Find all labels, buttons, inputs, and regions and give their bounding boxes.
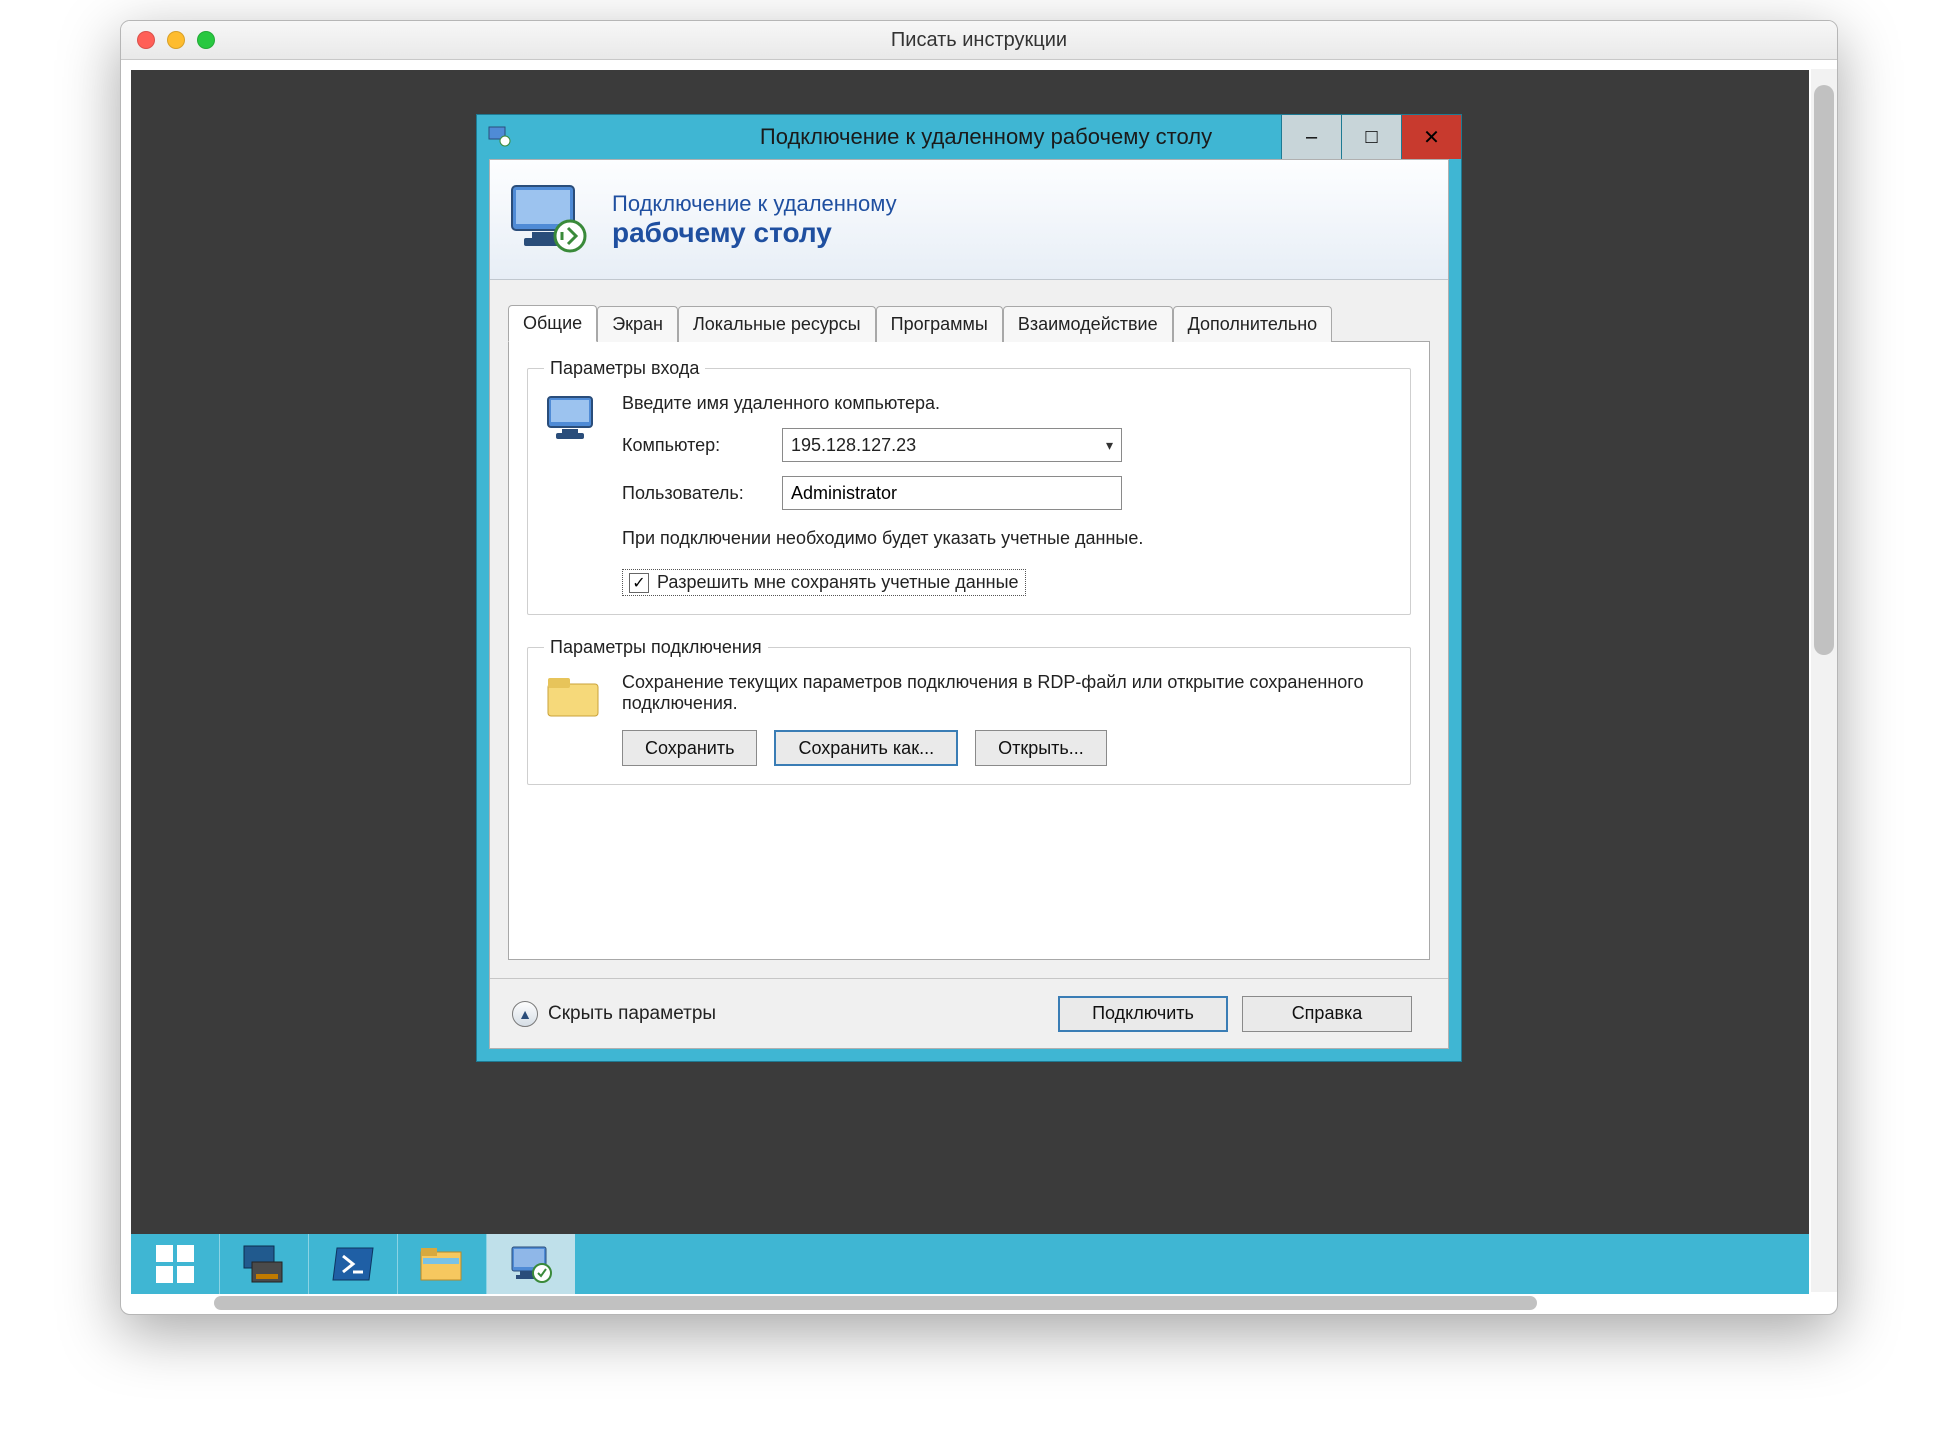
banner-line2: рабочему столу [612, 217, 897, 249]
guest-taskbar[interactable] [131, 1234, 1809, 1294]
rdp-body: Подключение к удаленному рабочему столу … [489, 159, 1449, 1049]
save-button[interactable]: Сохранить [622, 730, 757, 766]
monitor-icon [508, 182, 594, 258]
rdp-titlebar[interactable]: Подключение к удаленному рабочему столу … [477, 115, 1461, 159]
rdp-window: Подключение к удаленному рабочему столу … [476, 114, 1462, 1062]
save-as-button[interactable]: Сохранить как... [774, 730, 958, 766]
host-zoom-button[interactable] [197, 31, 215, 49]
tab-pane-general: Параметры входа Введите имя удаленного к [508, 341, 1430, 960]
rdp-maximize-button[interactable]: □ [1341, 115, 1401, 159]
host-vertical-scrollbar[interactable] [1811, 69, 1837, 1292]
host-minimize-button[interactable] [167, 31, 185, 49]
tab-perf[interactable]: Взаимодействие [1003, 306, 1173, 342]
rdp-tabs: Общие Экран Локальные ресурсы Программы … [490, 280, 1448, 341]
login-group-legend: Параметры входа [544, 358, 705, 379]
user-label: Пользователь: [622, 483, 772, 504]
taskbar-file-explorer[interactable] [398, 1234, 486, 1294]
tab-advanced[interactable]: Дополнительно [1173, 306, 1333, 342]
computer-combobox[interactable]: 195.128.127.23 ▾ [782, 428, 1122, 462]
user-field[interactable] [782, 476, 1122, 510]
server-manager-icon [242, 1244, 286, 1284]
tab-localres[interactable]: Локальные ресурсы [678, 306, 876, 342]
computer-value: 195.128.127.23 [791, 435, 916, 456]
monitor-small-icon [544, 393, 604, 447]
computer-label: Компьютер: [622, 435, 772, 456]
tab-programs[interactable]: Программы [876, 306, 1003, 342]
tab-general[interactable]: Общие [508, 305, 597, 342]
taskbar-powershell[interactable] [309, 1234, 397, 1294]
taskbar-remote-desktop[interactable] [487, 1234, 575, 1294]
chevron-up-icon: ▲ [512, 1001, 538, 1027]
connection-group-legend: Параметры подключения [544, 637, 768, 658]
host-window: Писать инструкции [120, 20, 1838, 1315]
collapse-label: Скрыть параметры [548, 1003, 716, 1025]
host-titlebar[interactable]: Писать инструкции [121, 21, 1837, 60]
windows-logo-icon [156, 1245, 194, 1283]
save-creds-label: Разрешить мне сохранять учетные данные [657, 572, 1019, 593]
rdp-close-button[interactable]: ✕ [1401, 115, 1461, 159]
banner-line1: Подключение к удаленному [612, 191, 897, 217]
guest-desktop: Подключение к удаленному рабочему столу … [131, 70, 1809, 1294]
remote-desktop-icon [508, 1243, 554, 1285]
file-explorer-icon [419, 1244, 465, 1284]
taskbar-start-button[interactable] [131, 1234, 219, 1294]
tab-display[interactable]: Экран [597, 306, 678, 342]
login-intro: Введите имя удаленного компьютера. [622, 393, 1394, 414]
rdp-banner: Подключение к удаленному рабочему столу [490, 160, 1448, 280]
help-button[interactable]: Справка [1242, 996, 1412, 1032]
host-close-button[interactable] [137, 31, 155, 49]
host-window-title: Писать инструкции [121, 29, 1837, 52]
powershell-icon [331, 1244, 375, 1284]
open-button[interactable]: Открыть... [975, 730, 1107, 766]
save-creds-checkbox[interactable]: ✓ Разрешить мне сохранять учетные данные [622, 569, 1026, 596]
checkbox-icon: ✓ [629, 573, 649, 593]
host-horizontal-scrollbar-thumb[interactable] [214, 1296, 1537, 1310]
login-hint: При подключении необходимо будет указать… [622, 528, 1162, 549]
connection-group: Параметры подключения Сохранение текущих… [527, 637, 1411, 785]
host-vertical-scrollbar-thumb[interactable] [1814, 85, 1834, 655]
taskbar-server-manager[interactable] [220, 1234, 308, 1294]
folder-icon [544, 672, 604, 720]
connect-button[interactable]: Подключить [1058, 996, 1228, 1032]
connection-intro: Сохранение текущих параметров подключени… [622, 672, 1394, 714]
login-group: Параметры входа Введите имя удаленного к [527, 358, 1411, 615]
chevron-down-icon: ▾ [1106, 437, 1113, 454]
collapse-options-button[interactable]: ▲ Скрыть параметры [512, 1001, 716, 1027]
rdp-footer: ▲ Скрыть параметры Подключить Справка [490, 978, 1448, 1048]
rdp-titlebar-icon [487, 125, 511, 149]
rdp-minimize-button[interactable]: – [1281, 115, 1341, 159]
